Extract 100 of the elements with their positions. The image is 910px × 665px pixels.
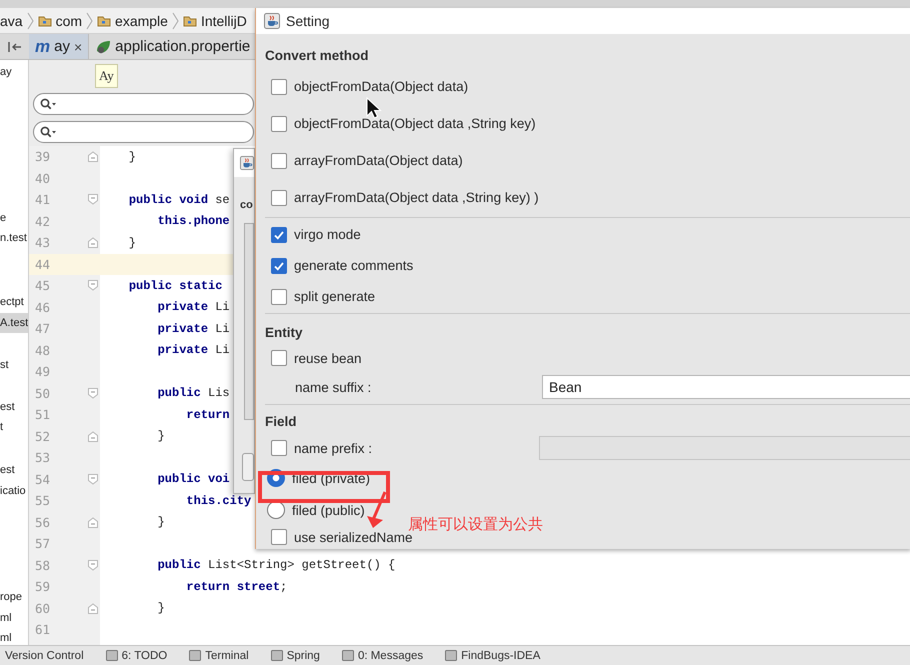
- line-number: 39: [34, 149, 52, 164]
- tool-window-button[interactable]: Terminal: [205, 650, 249, 662]
- line-number: 46: [34, 300, 52, 315]
- tool-window-button[interactable]: Version Control: [5, 650, 84, 662]
- search-field[interactable]: [33, 121, 254, 143]
- collapse-icon: [8, 40, 22, 52]
- option-label: objectFromData(Object data ,String key): [294, 116, 536, 131]
- project-item[interactable]: est: [0, 460, 28, 480]
- code-line: this.phone: [156, 214, 230, 228]
- suffix-field[interactable]: Bean: [542, 375, 910, 399]
- code-line: private Li: [156, 343, 230, 358]
- line-number: 53: [34, 450, 52, 466]
- search-field[interactable]: [33, 93, 254, 115]
- line-number: 45: [34, 278, 52, 294]
- line-number: 59: [34, 579, 52, 594]
- tool-window-button[interactable]: 0: Messages: [358, 650, 424, 662]
- folder-icon: [182, 14, 197, 27]
- checkbox[interactable]: [271, 226, 287, 242]
- breadcrumb[interactable]: IntellijD: [200, 12, 247, 28]
- code-line: return street;: [185, 580, 288, 594]
- line-number: 42: [34, 214, 52, 229]
- dialog-label: co: [240, 199, 254, 211]
- project-item[interactable]: ml: [0, 628, 28, 645]
- project-item[interactable]: ml: [0, 608, 28, 628]
- project-item[interactable]: st: [0, 355, 28, 375]
- option-label: reuse bean: [294, 350, 362, 366]
- project-item[interactable]: A.test: [0, 313, 28, 333]
- line-number: 61: [34, 622, 52, 638]
- field-label: name suffix :: [295, 380, 372, 394]
- project-item[interactable]: n.test: [0, 228, 28, 248]
- line-number: 49: [34, 364, 52, 380]
- option-label: arrayFromData(Object data ,String key) ): [294, 190, 539, 205]
- coffee-cup-icon: [264, 13, 280, 29]
- line-number: 55: [34, 493, 52, 508]
- option-label: filed (public): [292, 502, 365, 518]
- folder-icon: [97, 14, 112, 27]
- project-item[interactable]: e: [0, 208, 28, 228]
- line-number: 47: [34, 321, 52, 336]
- checkbox[interactable]: [271, 78, 287, 94]
- line-number: 40: [34, 170, 52, 186]
- breadcrumb[interactable]: example: [115, 12, 168, 28]
- dialog-title: Setting: [286, 13, 330, 29]
- project-item[interactable]: t: [0, 417, 28, 437]
- tool-window-icon: [445, 650, 458, 661]
- line-number: 52: [34, 428, 52, 444]
- line-number: 54: [34, 472, 52, 487]
- leaf-icon: [95, 39, 112, 54]
- line-number: 48: [34, 342, 52, 358]
- code-line: private Li: [156, 322, 230, 336]
- code-line: }: [128, 236, 136, 250]
- section-heading: Convert method: [265, 47, 370, 65]
- project-item[interactable]: rope: [0, 587, 28, 607]
- project-item[interactable]: est: [0, 397, 28, 417]
- breadcrumb[interactable]: com: [56, 12, 82, 28]
- code-line: }: [128, 150, 136, 164]
- editor-tab[interactable]: m ay ×: [29, 34, 90, 59]
- checkbox[interactable]: [271, 288, 287, 304]
- option-label: generate comments: [294, 258, 414, 273]
- code-line: this.city: [185, 494, 252, 508]
- option-label: objectFromData(Object data): [294, 79, 468, 94]
- tooltip: Ay: [95, 64, 118, 88]
- tool-window-icon: [106, 650, 118, 661]
- search-icon: [40, 126, 56, 138]
- section-heading: Entity: [265, 324, 304, 342]
- checkbox[interactable]: [271, 152, 287, 168]
- line-number: 58: [34, 558, 52, 573]
- line-number: 56: [34, 514, 52, 530]
- checkbox[interactable]: [271, 529, 287, 545]
- tool-window-button[interactable]: FindBugs-IDEA: [461, 650, 540, 662]
- code-line: public voi: [156, 472, 230, 486]
- code-line: return: [185, 408, 230, 422]
- line-number: 44: [34, 256, 52, 272]
- checkbox[interactable]: [271, 258, 287, 274]
- option-label: arrayFromData(Object data): [294, 153, 463, 168]
- tool-window-button[interactable]: 6: TODO: [122, 650, 168, 662]
- line-number: 43: [34, 235, 52, 250]
- breadcrumb[interactable]: ava: [0, 12, 23, 28]
- checkbox[interactable]: [271, 190, 287, 206]
- annotation-arrow: [364, 490, 388, 530]
- chevron-icon: [86, 12, 94, 30]
- code-line: public List<String> getStreet() {: [156, 558, 396, 572]
- option-label: virgo mode: [294, 227, 361, 242]
- project-item[interactable]: ectpt: [0, 292, 28, 312]
- code-line: public Lis: [156, 386, 230, 400]
- tool-window-icon: [270, 650, 283, 661]
- search-icon: [40, 98, 56, 110]
- checkbox[interactable]: [271, 116, 287, 132]
- code-line: }: [156, 515, 165, 530]
- code-line: }: [156, 601, 165, 616]
- tool-window-icon: [342, 650, 354, 661]
- project-item[interactable]: ay: [0, 62, 28, 82]
- dialog-button[interactable]: [242, 453, 254, 481]
- tool-window-icon: [189, 650, 202, 661]
- line-number: 57: [34, 536, 52, 552]
- code-line: }: [156, 429, 165, 444]
- project-item[interactable]: icatio: [0, 481, 28, 501]
- section-heading: Field: [265, 413, 298, 431]
- checkbox[interactable]: [271, 350, 287, 366]
- line-number: 51: [34, 407, 52, 422]
- tool-window-button[interactable]: Spring: [286, 650, 320, 662]
